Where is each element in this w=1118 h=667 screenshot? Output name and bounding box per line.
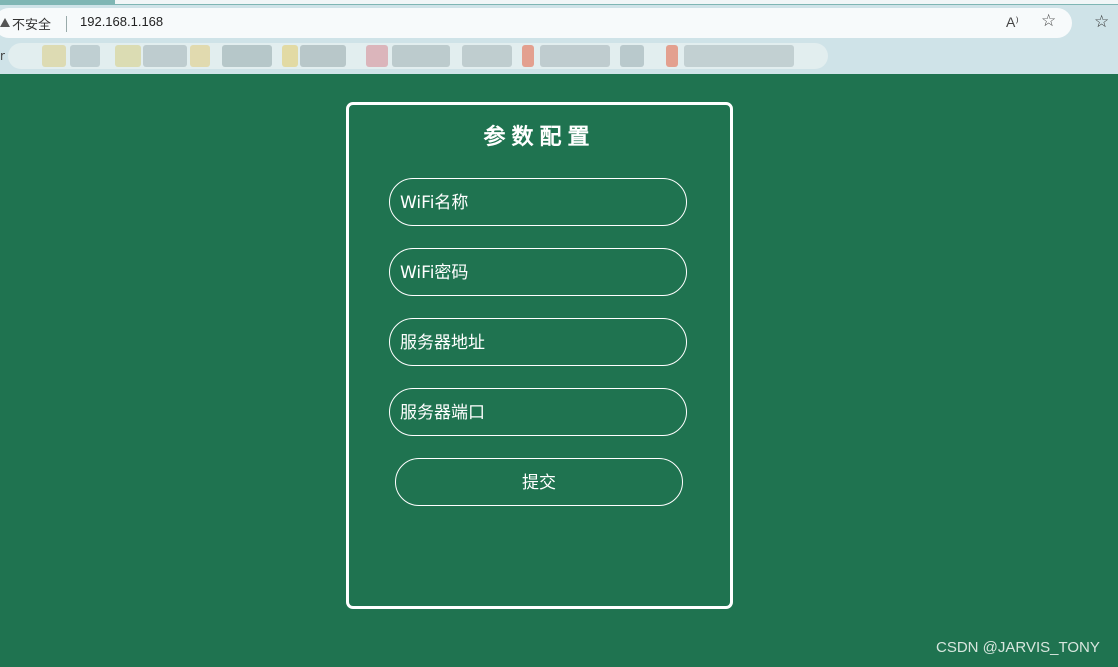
url-text[interactable]: 192.168.1.168: [80, 14, 163, 29]
add-favorite-icon[interactable]: ☆: [1041, 11, 1056, 31]
favorites-list-icon[interactable]: ☆: [1094, 12, 1109, 32]
bookmark-fragment: r: [0, 49, 5, 63]
submit-button[interactable]: 提交: [395, 458, 683, 506]
watermark: CSDN @JARVIS_TONY: [936, 639, 1100, 656]
blurred-bookmark[interactable]: [666, 45, 678, 67]
blurred-bookmark[interactable]: [540, 45, 610, 67]
wifi-password-input[interactable]: WiFi密码: [389, 248, 687, 296]
blurred-bookmark[interactable]: [222, 45, 272, 67]
bookmarks-bar: r: [0, 41, 1118, 74]
blurred-bookmark[interactable]: [190, 45, 210, 67]
wifi-name-input[interactable]: WiFi名称: [389, 178, 687, 226]
address-separator: [66, 16, 67, 32]
blurred-bookmark[interactable]: [684, 45, 794, 67]
blurred-bookmark[interactable]: [366, 45, 388, 67]
server-address-input[interactable]: 服务器地址: [389, 318, 687, 366]
blurred-bookmark[interactable]: [282, 45, 298, 67]
warning-icon[interactable]: [0, 18, 10, 27]
blurred-bookmark[interactable]: [522, 45, 534, 67]
active-tab-strip: [115, 0, 1118, 4]
blurred-bookmark[interactable]: [620, 45, 644, 67]
blurred-bookmark[interactable]: [115, 45, 141, 67]
blurred-bookmark[interactable]: [462, 45, 512, 67]
security-label[interactable]: 不安全: [12, 14, 51, 33]
blurred-bookmark[interactable]: [70, 45, 100, 67]
read-aloud-icon[interactable]: A⁾: [1006, 14, 1019, 31]
server-port-input[interactable]: 服务器端口: [389, 388, 687, 436]
config-panel: 参数配置 WiFi名称 WiFi密码 服务器地址 服务器端口 提交: [346, 102, 733, 609]
blurred-bookmark[interactable]: [42, 45, 66, 67]
blurred-bookmark[interactable]: [392, 45, 450, 67]
blurred-bookmark[interactable]: [143, 45, 187, 67]
panel-title: 参数配置: [483, 125, 596, 150]
address-bar-row: 不安全 192.168.1.168 A⁾ ☆ ☆: [0, 5, 1118, 41]
blurred-bookmark[interactable]: [300, 45, 346, 67]
